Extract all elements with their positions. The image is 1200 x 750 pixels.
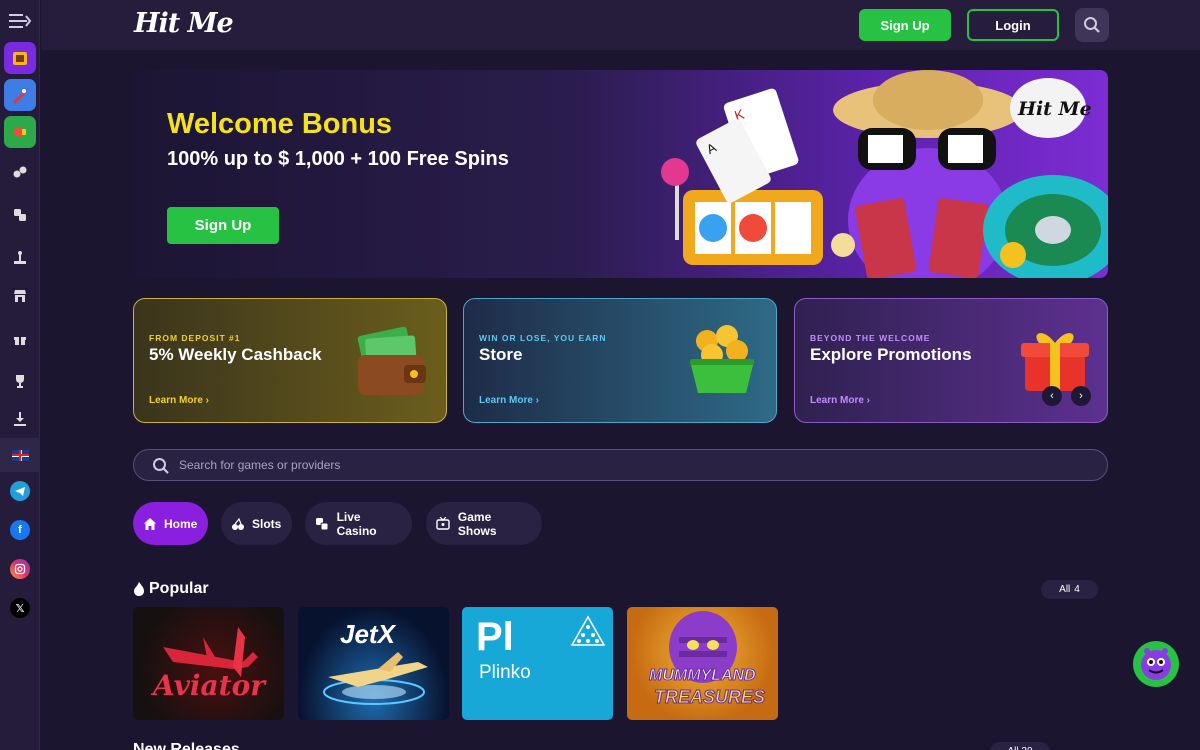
top-header: Hit Me Sign Up Login xyxy=(41,0,1200,50)
live-casino-icon[interactable] xyxy=(4,199,36,231)
promo-card-store[interactable]: WIN OR LOSE, YOU EARN Store Learn More › xyxy=(463,298,777,423)
game-title: Aviator xyxy=(153,669,265,702)
gift-box-icon xyxy=(1021,333,1089,391)
section-label: Popular xyxy=(149,580,209,597)
live-casino-icon xyxy=(315,516,330,532)
tab-label: Game Shows xyxy=(457,509,497,538)
hero-title: Welcome Bonus xyxy=(167,108,393,140)
telegram-link[interactable] xyxy=(4,475,36,507)
promo-eyebrow: BEYOND THE WELCOME xyxy=(810,333,931,343)
tv-icon xyxy=(436,516,451,532)
hero-subtitle: 100% up to $ 1,000 + 100 Free Spins xyxy=(167,148,509,170)
login-button[interactable]: Login xyxy=(967,9,1059,41)
trophy-icon[interactable] xyxy=(4,365,36,397)
welcome-bonus-banner[interactable]: Welcome Bonus 100% up to $ 1,000 + 100 F… xyxy=(133,70,1108,278)
new-releases-section-title: New Releases xyxy=(133,741,240,750)
game-shows-icon[interactable] xyxy=(4,242,36,274)
game-tile-aviator[interactable]: Aviator xyxy=(133,607,284,720)
popular-section-title: Popular xyxy=(133,580,209,598)
hero-mascot-illustration: K A Hit Me xyxy=(661,70,1108,278)
uk-flag-icon xyxy=(11,449,29,461)
plinko-triangle-icon xyxy=(570,615,606,646)
game-tile-mummyland-treasures[interactable]: MUMMYLAND TREASURES xyxy=(627,607,778,720)
promo-learn-more-link[interactable]: Learn More › xyxy=(479,395,539,406)
game-tile-jetx[interactable]: JetX xyxy=(298,607,449,720)
game-title: JetX xyxy=(340,619,395,649)
instagram-icon xyxy=(10,559,30,579)
telegram-icon xyxy=(10,481,30,501)
bonus-card-icon[interactable] xyxy=(4,42,36,74)
promo-eyebrow: WIN OR LOSE, YOU EARN xyxy=(479,333,607,343)
aviator-plane-icon xyxy=(163,627,258,677)
game-title: Plinko xyxy=(479,662,531,683)
game-abbr: Pl xyxy=(476,615,514,659)
sidebar: f 𝕏 xyxy=(0,0,40,750)
instagram-link[interactable] xyxy=(4,553,36,585)
tab-home[interactable]: Home xyxy=(133,502,208,545)
game-search-bar xyxy=(133,449,1108,481)
promo-title: 5% Weekly Cashback xyxy=(149,345,322,364)
view-all-count: 4 xyxy=(1074,584,1080,595)
view-all-label: All xyxy=(1059,584,1071,595)
wallet-cash-icon xyxy=(357,326,426,395)
home-icon xyxy=(143,516,157,532)
tab-live-casino[interactable]: Live Casino xyxy=(305,502,412,545)
tab-label: Live Casino xyxy=(336,509,377,538)
hero-signup-button[interactable]: Sign Up xyxy=(167,207,279,244)
game-tile-plinko[interactable]: Pl Plinko xyxy=(462,607,613,720)
slots-icon[interactable] xyxy=(4,156,36,188)
promo-card-cashback[interactable]: FROM DEPOSIT #1 5% Weekly Cashback Learn… xyxy=(133,298,447,423)
new-releases-view-all-button[interactable]: All 20 xyxy=(990,742,1050,750)
tab-label: Slots xyxy=(252,516,282,531)
facebook-link[interactable]: f xyxy=(4,514,36,546)
tab-label: Home xyxy=(164,516,198,531)
search-icon xyxy=(1084,17,1100,33)
search-icon xyxy=(153,458,169,474)
facebook-icon: f xyxy=(10,520,30,540)
popular-view-all-button[interactable]: All 4 xyxy=(1041,580,1098,599)
promos-next-button[interactable]: › xyxy=(1071,386,1091,406)
mascot-icon xyxy=(1141,648,1171,680)
megaphone-icon[interactable] xyxy=(4,116,36,148)
game-title-line2: TREASURES xyxy=(653,687,766,708)
promo-learn-more-link[interactable]: Learn More › xyxy=(149,395,209,406)
fire-icon xyxy=(134,582,144,596)
support-chat-button[interactable] xyxy=(1133,641,1179,687)
promo-title: Explore Promotions xyxy=(810,345,972,364)
promo-card-promotions[interactable]: BEYOND THE WELCOME Explore Promotions Le… xyxy=(794,298,1108,423)
tab-game-shows[interactable]: Game Shows xyxy=(426,502,542,545)
store-icon[interactable] xyxy=(4,280,36,312)
header-signup-button[interactable]: Sign Up xyxy=(859,9,951,41)
x-link[interactable]: 𝕏 xyxy=(4,592,36,624)
menu-collapse-icon[interactable] xyxy=(4,5,36,37)
promo-title: Store xyxy=(479,345,523,364)
search-input[interactable] xyxy=(179,450,1059,479)
logo[interactable]: Hit Me xyxy=(134,8,234,39)
rocket-icon[interactable] xyxy=(4,79,36,111)
coin-basket-icon xyxy=(690,325,754,393)
language-selector[interactable] xyxy=(0,438,40,472)
gift-icon[interactable] xyxy=(4,323,36,355)
tab-slots[interactable]: Slots xyxy=(221,502,292,545)
promo-eyebrow: FROM DEPOSIT #1 xyxy=(149,333,241,343)
promos-prev-button[interactable]: ‹ xyxy=(1042,386,1062,406)
hero-badge-text: Hit Me xyxy=(1017,98,1092,120)
game-title-line1: MUMMYLAND xyxy=(649,667,757,685)
download-icon[interactable] xyxy=(4,403,36,435)
promo-learn-more-link[interactable]: Learn More › xyxy=(810,395,870,406)
x-icon: 𝕏 xyxy=(10,598,30,618)
header-search-button[interactable] xyxy=(1075,8,1109,42)
cherries-icon xyxy=(231,516,245,532)
